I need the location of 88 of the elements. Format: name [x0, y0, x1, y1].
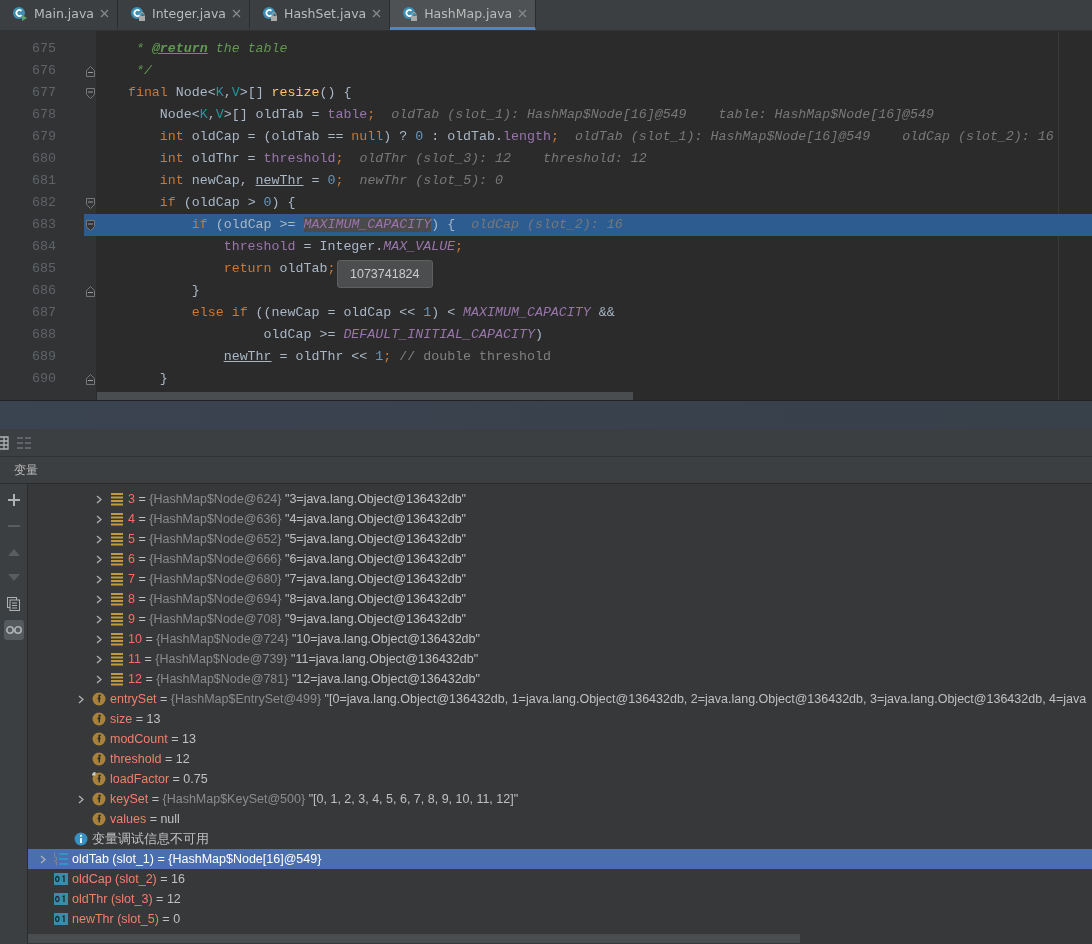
info-message: 变量调试信息不可用 — [28, 829, 1092, 849]
variable-tree-item[interactable]: entrySet = {HashMap$EntrySet@499} "[0=java.lang.Object@136432db, 1=java.lang.Object@136432db, 2=java.lang.Object@136432db, 3=java.lang.Object@136432db, 4=java — [28, 689, 1092, 709]
variable-tree-item[interactable]: oldCap (slot_2) = 16 — [28, 869, 1092, 889]
inline-value-hint: oldCap (slot_2): 16 — [902, 128, 1054, 146]
list-entry-icon — [110, 512, 124, 526]
code-line: Node<K,V>[] oldTab = table; — [158, 106, 376, 124]
list-entry-icon — [110, 672, 124, 686]
horizontal-scrollbar[interactable] — [97, 392, 633, 400]
code-line: oldCap >= DEFAULT_INITIAL_CAPACITY) — [262, 326, 543, 344]
variable-tree-item[interactable]: 9 = {HashMap$Node@708} "9=java.lang.Object@136432db" — [28, 609, 1092, 629]
field-icon — [92, 752, 106, 766]
code-line: return oldTab; — [222, 260, 336, 278]
runnable-class-icon — [12, 5, 28, 22]
panel-title: 变量 — [14, 461, 38, 479]
field-icon — [92, 792, 106, 806]
fold-marker-icon[interactable] — [85, 285, 95, 297]
list-entry-icon — [110, 572, 124, 586]
fold-marker-icon[interactable] — [85, 219, 95, 231]
field-icon — [92, 692, 106, 706]
list-entry-icon — [110, 592, 124, 606]
variable-tree-item[interactable]: values = null — [28, 809, 1092, 829]
code-line: if (oldCap > 0) { — [158, 194, 296, 212]
file-tab[interactable]: HashMap.java — [390, 0, 537, 30]
code-line: } — [190, 282, 200, 300]
info-icon — [74, 832, 88, 846]
locked-class-icon — [402, 5, 419, 22]
inline-value-hint: oldThr (slot_3): 12 — [359, 150, 511, 168]
close-icon[interactable] — [372, 9, 382, 18]
list-entry-icon — [110, 632, 124, 646]
code-line: else if ((newCap = oldCap << 1) < MAXIMUM_CAPACITY && — [190, 304, 615, 322]
fold-marker-icon[interactable] — [85, 197, 95, 209]
variable-tree-item[interactable]: loadFactor = 0.75 — [28, 769, 1092, 789]
variable-tree-item[interactable]: oldTab (slot_1) = {HashMap$Node[16]@549} — [28, 849, 1092, 869]
variable-tree-item[interactable]: 8 = {HashMap$Node@694} "8=java.lang.Object@136432db" — [28, 589, 1092, 609]
list-entry-icon — [110, 492, 124, 506]
variable-tree-item[interactable]: 7 = {HashMap$Node@680} "7=java.lang.Object@136432db" — [28, 569, 1092, 589]
inline-value-hint: oldTab (slot_1): HashMap$Node[16]@549 — [391, 106, 687, 124]
code-line: * @return the table — [134, 40, 288, 58]
watch-toolbar-button[interactable] — [3, 620, 24, 640]
variable-tree-item[interactable]: oldThr (slot_3) = 12 — [28, 889, 1092, 909]
list-entry-icon — [110, 612, 124, 626]
table-icon[interactable] — [0, 435, 9, 450]
close-icon[interactable] — [100, 9, 109, 18]
primitive-value-icon — [54, 872, 68, 886]
code-line: newThr = oldThr << 1; // double threshold — [222, 348, 551, 366]
inline-value-hint: table: HashMap$Node[16]@549 — [718, 106, 935, 124]
code-line: int newCap, newThr = 0; — [158, 172, 344, 190]
variable-tree-item[interactable]: 11 = {HashMap$Node@739} "11=java.lang.Object@136432db" — [28, 649, 1092, 669]
glasses-icon[interactable] — [5, 625, 22, 635]
final-field-icon — [92, 772, 106, 786]
variable-tree-item[interactable]: modCount = 13 — [28, 729, 1092, 749]
locked-class-icon — [262, 5, 278, 22]
inline-value-hint: threshold: 12 — [543, 150, 647, 168]
field-icon — [92, 812, 106, 826]
fold-marker-icon[interactable] — [85, 373, 95, 385]
variable-tree-item[interactable]: keySet = {HashMap$KeySet@500} "[0, 1, 2, 3, 4, 5, 6, 7, 8, 9, 10, 11, 12]" — [28, 789, 1092, 809]
field-icon — [92, 712, 106, 726]
value-tooltip: 1073741824 — [337, 260, 433, 288]
variable-tree-item[interactable]: 4 = {HashMap$Node@636} "4=java.lang.Object@136432db" — [28, 509, 1092, 529]
code-line: */ — [134, 62, 152, 80]
variable-tree-item[interactable]: threshold = 12 — [28, 749, 1092, 769]
horizontal-scrollbar[interactable] — [28, 934, 800, 943]
inline-value-hint: oldCap (slot_2): 16 — [471, 216, 623, 234]
variable-tree-item[interactable]: 5 = {HashMap$Node@652} "5=java.lang.Object@136432db" — [28, 529, 1092, 549]
code-line: final Node<K,V>[] resize() { — [126, 84, 352, 102]
variable-tree-item[interactable]: 12 = {HashMap$Node@781} "12=java.lang.Object@136432db" — [28, 669, 1092, 689]
list-entry-icon — [110, 552, 124, 566]
primitive-value-icon — [54, 912, 68, 926]
variable-tree-item[interactable]: 10 = {HashMap$Node@724} "10=java.lang.Object@136432db" — [28, 629, 1092, 649]
code-line: threshold = Integer.MAX_VALUE; — [222, 238, 464, 256]
variable-tree-item[interactable]: 6 = {HashMap$Node@666} "6=java.lang.Object@136432db" — [28, 549, 1092, 569]
variable-tree-item[interactable]: size = 13 — [28, 709, 1092, 729]
array-icon — [54, 852, 68, 866]
inline-value-hint: oldTab (slot_1): HashMap$Node[16]@549 — [574, 128, 871, 146]
variable-tree-item[interactable]: 3 = {HashMap$Node@624} "3=java.lang.Object@136432db" — [28, 489, 1092, 509]
close-icon[interactable] — [232, 9, 241, 18]
list-entry-icon — [110, 532, 124, 546]
fold-marker-icon[interactable] — [85, 87, 95, 99]
list-entry-icon — [110, 652, 124, 666]
code-line: int oldCap = (oldTab == null) ? 0 : oldTab.length; — [158, 128, 559, 146]
field-icon — [92, 732, 106, 746]
fold-marker-icon[interactable] — [85, 65, 95, 77]
primitive-value-icon — [54, 892, 68, 906]
code-line: int oldThr = threshold; — [158, 150, 344, 168]
inline-value-hint: newThr (slot_5): 0 — [359, 172, 504, 190]
code-line: } — [158, 370, 168, 388]
variable-tree-item[interactable]: newThr (slot_5) = 0 — [28, 909, 1092, 929]
locked-class-icon — [130, 5, 146, 22]
